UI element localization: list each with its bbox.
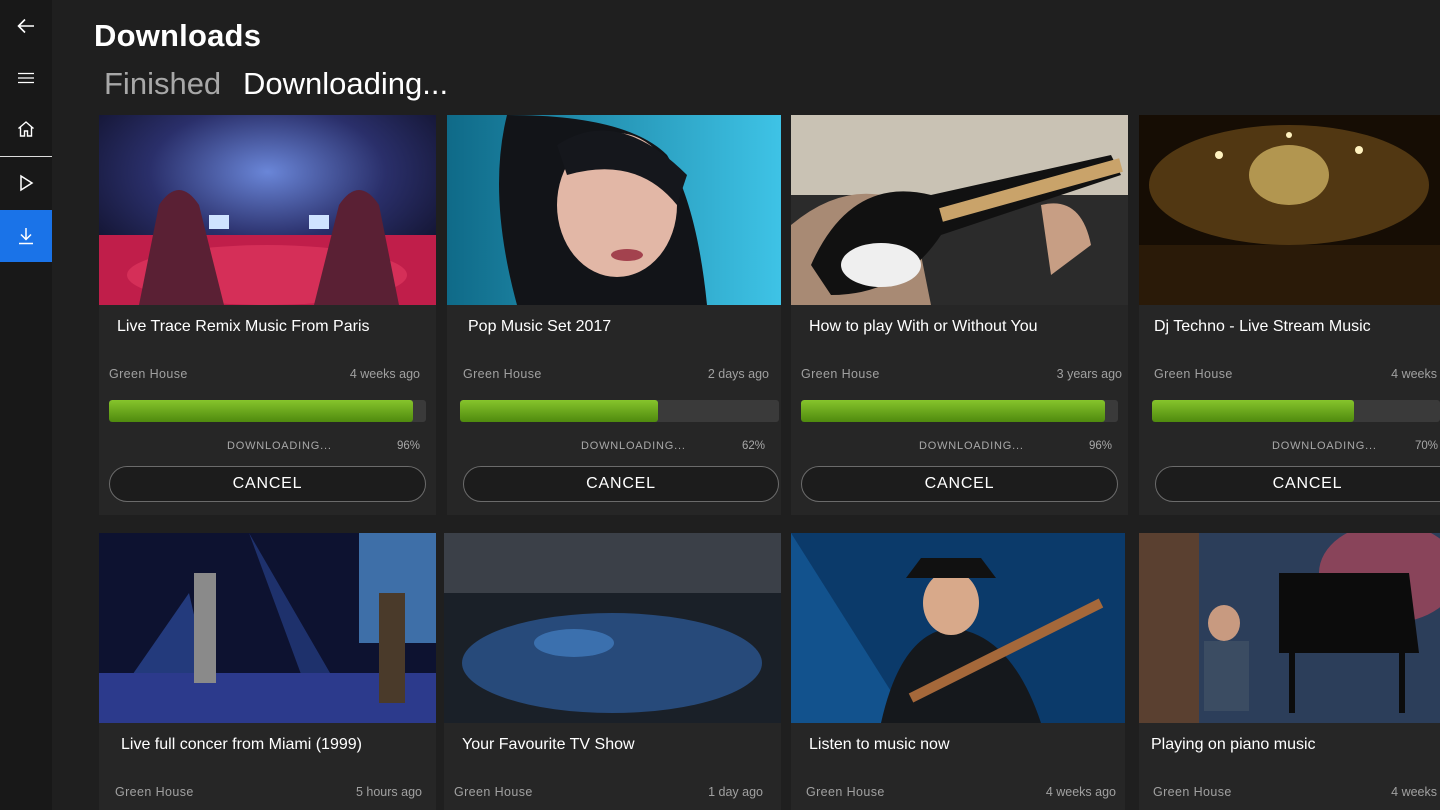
channel-name: Green House bbox=[1154, 367, 1233, 381]
home-button[interactable] bbox=[0, 103, 52, 155]
thumbnail[interactable] bbox=[791, 115, 1128, 305]
upload-age: 4 weeks bbox=[1391, 785, 1437, 799]
progress-bar bbox=[109, 400, 426, 422]
cancel-button[interactable]: CANCEL bbox=[1155, 466, 1440, 502]
download-icon bbox=[19, 228, 33, 245]
channel-name: Green House bbox=[806, 785, 885, 799]
progress-bar bbox=[460, 400, 779, 422]
cancel-button[interactable]: CANCEL bbox=[109, 466, 426, 502]
video-title: Pop Music Set 2017 bbox=[468, 318, 612, 335]
download-card[interactable]: Pop Music Set 2017 Green House 2 days ag… bbox=[447, 115, 781, 515]
video-title: Listen to music now bbox=[809, 736, 950, 753]
cancel-button[interactable]: CANCEL bbox=[801, 466, 1118, 502]
thumbnail[interactable] bbox=[1139, 533, 1440, 723]
video-title: Your Favourite TV Show bbox=[462, 736, 635, 753]
thumbnail[interactable] bbox=[447, 115, 781, 305]
progress-bar bbox=[801, 400, 1118, 422]
download-card[interactable]: Listen to music now Green House 4 weeks … bbox=[791, 533, 1125, 810]
downloads-nav-button[interactable] bbox=[0, 210, 52, 262]
channel-name: Green House bbox=[109, 367, 188, 381]
upload-age: 4 weeks ago bbox=[349, 367, 420, 381]
hamburger-menu-icon bbox=[18, 72, 34, 84]
page-title: Downloads bbox=[94, 18, 262, 53]
progress-fill bbox=[109, 400, 414, 422]
menu-button[interactable] bbox=[0, 52, 52, 104]
download-status: DOWNLOADING... bbox=[227, 440, 332, 452]
video-title: Live Trace Remix Music From Paris bbox=[117, 318, 370, 335]
upload-age: 2 days ago bbox=[707, 367, 769, 381]
upload-age: 4 weeks bbox=[1391, 367, 1437, 381]
download-percent: 96% bbox=[1088, 440, 1112, 452]
channel-name: Green House bbox=[454, 785, 533, 799]
download-card[interactable]: Live full concer from Miami (1999) Green… bbox=[99, 533, 436, 810]
channel-name: Green House bbox=[463, 367, 542, 381]
download-card[interactable]: Live Trace Remix Music From Paris Green … bbox=[99, 115, 436, 515]
play-button[interactable] bbox=[0, 157, 52, 209]
download-percent: 70% bbox=[1414, 440, 1438, 452]
video-title: Playing on piano music bbox=[1151, 736, 1316, 753]
download-card[interactable]: Playing on piano music Green House 4 wee… bbox=[1139, 533, 1440, 810]
download-card[interactable]: How to play With or Without You Green Ho… bbox=[791, 115, 1128, 515]
tab-finished[interactable]: Finished bbox=[104, 66, 221, 102]
upload-age: 1 day ago bbox=[708, 785, 763, 799]
thumbnail[interactable] bbox=[99, 533, 436, 723]
download-percent: 62% bbox=[741, 440, 765, 452]
thumbnail[interactable] bbox=[444, 533, 781, 723]
download-status: DOWNLOADING... bbox=[919, 440, 1024, 452]
progress-fill bbox=[801, 400, 1106, 422]
video-title: How to play With or Without You bbox=[809, 318, 1038, 335]
progress-bar bbox=[1152, 400, 1440, 422]
play-icon bbox=[20, 174, 34, 192]
cancel-button[interactable]: CANCEL bbox=[463, 466, 779, 502]
sidebar bbox=[0, 0, 52, 810]
download-card[interactable]: Dj Techno - Live Stream Music Green Hous… bbox=[1139, 115, 1440, 515]
back-button[interactable] bbox=[0, 0, 52, 52]
video-title: Live full concer from Miami (1999) bbox=[121, 736, 362, 753]
download-card[interactable]: Your Favourite TV Show Green House 1 day… bbox=[444, 533, 781, 810]
upload-age: 4 weeks ago bbox=[1045, 785, 1116, 799]
video-title: Dj Techno - Live Stream Music bbox=[1154, 318, 1371, 335]
download-status: DOWNLOADING... bbox=[581, 440, 686, 452]
upload-age: 5 hours ago bbox=[355, 785, 422, 799]
thumbnail[interactable] bbox=[791, 533, 1125, 723]
progress-fill bbox=[460, 400, 658, 422]
channel-name: Green House bbox=[801, 367, 880, 381]
thumbnail[interactable] bbox=[1139, 115, 1440, 305]
download-percent: 96% bbox=[396, 440, 420, 452]
home-icon bbox=[18, 121, 34, 137]
tab-downloading[interactable]: Downloading... bbox=[243, 66, 448, 102]
channel-name: Green House bbox=[115, 785, 194, 799]
channel-name: Green House bbox=[1153, 785, 1232, 799]
back-arrow-icon bbox=[17, 18, 34, 34]
thumbnail[interactable] bbox=[99, 115, 436, 305]
progress-fill bbox=[1152, 400, 1354, 422]
download-status: DOWNLOADING... bbox=[1272, 440, 1377, 452]
upload-age: 3 years ago bbox=[1056, 367, 1122, 381]
